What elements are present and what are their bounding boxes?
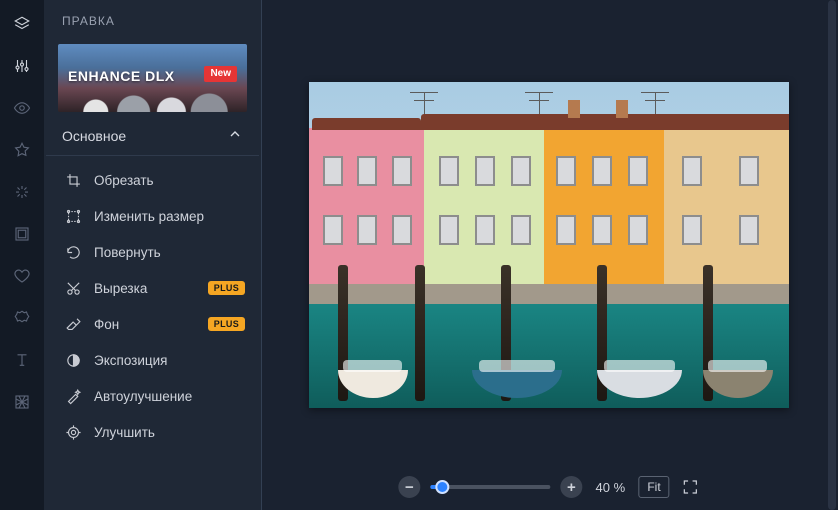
plus-badge: PLUS (208, 317, 245, 331)
zoom-bar: − + 40 % Fit (398, 476, 701, 498)
badge-new: New (204, 66, 237, 82)
image-preview[interactable] (309, 82, 789, 408)
canvas-scrollbar[interactable] (828, 0, 836, 510)
resize-icon (64, 207, 82, 225)
frame-icon[interactable] (12, 224, 32, 244)
tool-background[interactable]: Фон PLUS (50, 306, 255, 342)
star-icon[interactable] (12, 140, 32, 160)
zoom-value: 40 % (592, 480, 628, 495)
texture-icon[interactable] (12, 392, 32, 412)
tool-enhance[interactable]: Улучшить (50, 414, 255, 450)
tool-list: Обрезать Изменить размер Повернуть Вырез… (44, 162, 261, 502)
banner-enhance-dlx[interactable]: ENHANCE DLX New (58, 44, 247, 112)
sliders-icon[interactable] (12, 56, 32, 76)
enhance-icon (64, 423, 82, 441)
crop-icon (64, 171, 82, 189)
badge-icon[interactable] (12, 308, 32, 328)
eye-icon[interactable] (12, 98, 32, 118)
section-basic[interactable]: Основное (46, 126, 259, 156)
edit-panel: ПРАВКА ENHANCE DLX New Основное Обрезать… (44, 0, 262, 510)
rotate-icon (64, 243, 82, 261)
chevron-up-icon (227, 126, 243, 145)
tool-autoenhance[interactable]: Автоулучшение (50, 378, 255, 414)
tool-crop[interactable]: Обрезать (50, 162, 255, 198)
panel-title: ПРАВКА (44, 0, 261, 38)
eraser-icon (64, 315, 82, 333)
tool-cutout[interactable]: Вырезка PLUS (50, 270, 255, 306)
heart-icon[interactable] (12, 266, 32, 286)
tool-label: Повернуть (94, 245, 161, 260)
tool-label: Изменить размер (94, 209, 204, 224)
tool-rotate[interactable]: Повернуть (50, 234, 255, 270)
layers-icon[interactable] (12, 14, 32, 34)
tool-label: Улучшить (94, 425, 155, 440)
section-title: Основное (62, 128, 126, 144)
fit-button[interactable]: Fit (638, 476, 669, 498)
autoenhance-icon (64, 387, 82, 405)
canvas-area: − + 40 % Fit (262, 0, 838, 510)
sparkle-icon[interactable] (12, 182, 32, 202)
zoom-out-button[interactable]: − (398, 476, 420, 498)
left-rail (0, 0, 44, 510)
banner-text: ENHANCE DLX (68, 68, 175, 84)
exposure-icon (64, 351, 82, 369)
cutout-icon (64, 279, 82, 297)
plus-badge: PLUS (208, 281, 245, 295)
tool-exposure[interactable]: Экспозиция (50, 342, 255, 378)
tool-label: Экспозиция (94, 353, 168, 368)
zoom-in-button[interactable]: + (560, 476, 582, 498)
tool-resize[interactable]: Изменить размер (50, 198, 255, 234)
text-icon[interactable] (12, 350, 32, 370)
tool-label: Автоулучшение (94, 389, 192, 404)
tool-label: Обрезать (94, 173, 154, 188)
tool-label: Фон (94, 317, 119, 332)
zoom-slider[interactable] (430, 485, 550, 489)
fullscreen-icon[interactable] (680, 478, 702, 496)
tool-label: Вырезка (94, 281, 147, 296)
